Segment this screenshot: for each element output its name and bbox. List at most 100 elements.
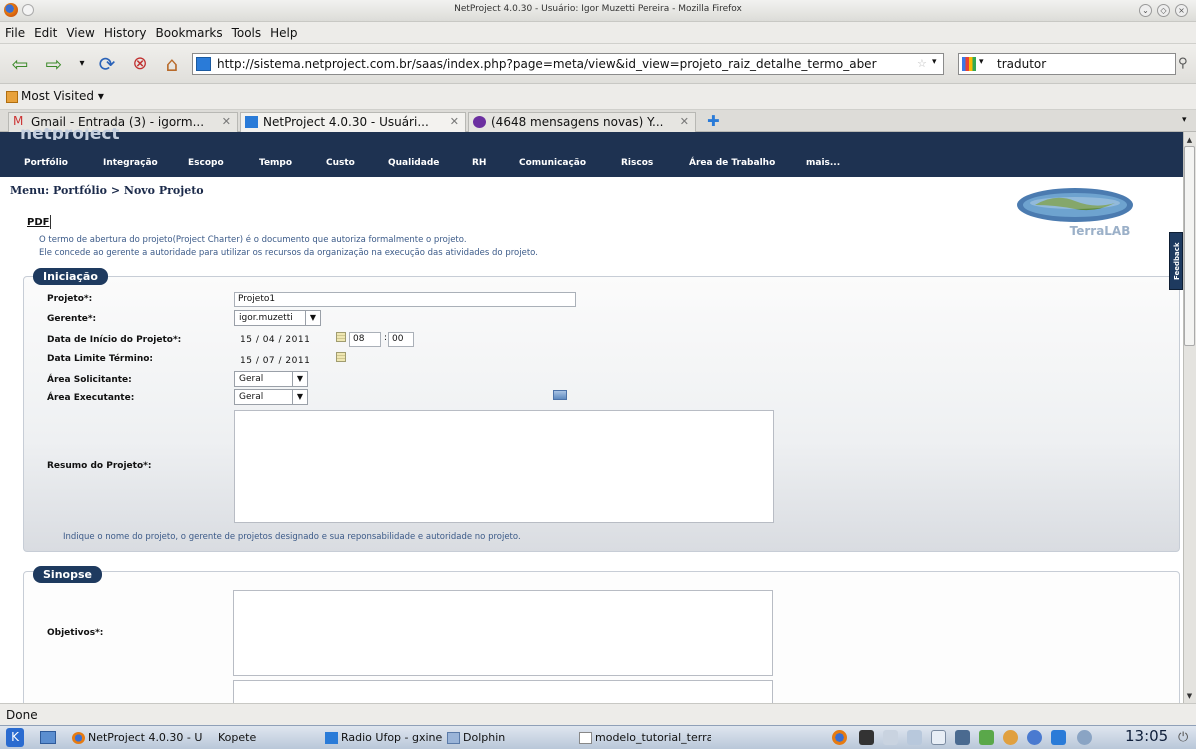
volume-icon[interactable]: [883, 730, 898, 745]
task-radio-ufop[interactable]: Radio Ufop - gxine: [323, 728, 443, 748]
task-modelo-tutorial[interactable]: modelo_tutorial_terra: [577, 728, 711, 748]
search-magnifier-icon[interactable]: ⚲: [1178, 56, 1188, 71]
tab-close-icon[interactable]: ✕: [450, 113, 459, 131]
navigation-toolbar: ⇦ ⇨ ▾ ⟳ ⊗ ⌂ http://sistema.netproject.co…: [0, 44, 1196, 84]
data-limite-input[interactable]: 15 / 07 / 2011: [240, 356, 310, 366]
kde-menu-icon[interactable]: K: [6, 728, 24, 747]
nav-rh[interactable]: RH: [472, 158, 486, 168]
taskbar: K NetProject 4.0.30 - U Kopete Radio Ufo…: [0, 725, 1196, 749]
home-icon[interactable]: ⌂: [160, 52, 184, 76]
data-inicio-input[interactable]: 15 / 04 / 2011: [240, 335, 310, 345]
area-solicitante-select[interactable]: Geral ▼: [234, 371, 308, 387]
clock: 13:05: [1125, 727, 1169, 745]
tab-list-icon[interactable]: ▾: [1182, 115, 1187, 125]
status-text: Done: [6, 708, 38, 722]
chevron-down-icon: ▼: [292, 390, 307, 404]
forward-icon[interactable]: ⇨: [42, 52, 66, 76]
scroll-up-icon[interactable]: ▲: [1184, 134, 1195, 146]
google-search-engine-icon[interactable]: [962, 57, 976, 71]
nav-qualidade[interactable]: Qualidade: [388, 158, 439, 168]
gerente-label: Gerente*:: [47, 314, 97, 324]
menu-bookmarks[interactable]: Bookmarks: [156, 26, 223, 40]
stop-icon[interactable]: ⊗: [128, 52, 152, 76]
area-executante-label: Área Executante:: [47, 393, 135, 403]
window-title: NetProject 4.0.30 - Usuário: Igor Muzett…: [454, 4, 742, 14]
back-icon[interactable]: ⇦: [8, 52, 32, 76]
gerente-select[interactable]: igor.muzetti ▼: [234, 310, 321, 326]
next-textarea[interactable]: [233, 680, 773, 703]
search-engine-dropdown-icon[interactable]: ▾: [979, 57, 984, 67]
nav-mais[interactable]: mais...: [806, 158, 840, 168]
signal-icon[interactable]: [979, 730, 994, 745]
bookmark-star-icon[interactable]: ☆: [917, 57, 927, 70]
hora-input[interactable]: 08: [349, 332, 381, 347]
firefox-tray-icon[interactable]: [832, 730, 847, 745]
minimize-icon[interactable]: ⌄: [1139, 4, 1152, 17]
update-icon[interactable]: [1003, 730, 1018, 745]
objetivos-label: Objetivos*:: [47, 628, 104, 638]
task-kopete[interactable]: Kopete: [200, 728, 320, 748]
calendar-icon[interactable]: [336, 332, 346, 342]
projeto-label: Projeto*:: [47, 294, 93, 304]
description-line-2: Ele concede ao gerente a autoridade para…: [39, 248, 538, 258]
nav-custo[interactable]: Custo: [326, 158, 355, 168]
tab-close-icon[interactable]: ✕: [222, 113, 231, 131]
netproject-tray-icon[interactable]: [1051, 730, 1066, 745]
menu-edit[interactable]: Edit: [34, 26, 57, 40]
search-input[interactable]: tradutor: [958, 53, 1176, 75]
kopete-tray-icon[interactable]: [1027, 730, 1042, 745]
nav-comunicacao[interactable]: Comunicação: [519, 158, 586, 168]
projeto-input[interactable]: Projeto1: [234, 292, 576, 307]
nav-riscos[interactable]: Riscos: [621, 158, 653, 168]
pdf-separator: [50, 215, 51, 229]
document-icon: [579, 732, 592, 744]
editor-toggle-icon[interactable]: [553, 390, 567, 400]
netproject-logo: netproject: [20, 128, 120, 140]
terralab-logo-text: TerraLAB: [1070, 224, 1131, 238]
url-bar[interactable]: http://sistema.netproject.com.br/saas/in…: [192, 53, 944, 75]
data-limite-label: Data Limite Término:: [47, 354, 154, 364]
menu-tools[interactable]: Tools: [232, 26, 262, 40]
calendar-icon[interactable]: [336, 352, 346, 362]
scrollbar-thumb[interactable]: [1184, 146, 1195, 346]
menu-file[interactable]: File: [5, 26, 25, 40]
info-icon[interactable]: [1077, 730, 1092, 745]
scroll-down-icon[interactable]: ▼: [1184, 690, 1195, 702]
nav-tempo[interactable]: Tempo: [259, 158, 292, 168]
most-visited-bookmark[interactable]: Most Visited ▾: [6, 89, 104, 103]
nav-area-de-trabalho[interactable]: Área de Trabalho: [689, 158, 775, 168]
menu-help[interactable]: Help: [270, 26, 297, 40]
objetivos-textarea[interactable]: [233, 590, 773, 676]
new-tab-icon[interactable]: ✚: [707, 112, 720, 130]
task-dolphin[interactable]: Dolphin: [445, 728, 575, 748]
resumo-textarea[interactable]: [234, 410, 774, 523]
tab-yahoo-mail[interactable]: (4648 mensagens novas) Y... ✕: [468, 112, 696, 132]
terralab-logo: TerraLAB: [1005, 183, 1145, 239]
minuto-input[interactable]: 00: [388, 332, 414, 347]
url-dropdown-icon[interactable]: ▾: [932, 57, 937, 67]
tab-netproject[interactable]: NetProject 4.0.30 - Usuári... ✕: [240, 112, 466, 132]
area-executante-select[interactable]: Geral ▼: [234, 389, 308, 405]
network-icon[interactable]: [955, 730, 970, 745]
reload-icon[interactable]: ⟳: [95, 52, 119, 76]
clipboard-icon[interactable]: [931, 730, 946, 745]
tab-close-icon[interactable]: ✕: [680, 113, 689, 131]
yahoo-icon: [473, 116, 486, 128]
app-header: netproject Portfólio Integração Escopo T…: [0, 128, 1183, 177]
menu-history[interactable]: History: [104, 26, 147, 40]
logout-icon[interactable]: ⏻: [1178, 730, 1188, 745]
menu-view[interactable]: View: [66, 26, 94, 40]
maximize-icon[interactable]: ◇: [1157, 4, 1170, 17]
close-icon[interactable]: ×: [1175, 4, 1188, 17]
terminal-icon[interactable]: [859, 730, 874, 745]
feedback-tab[interactable]: Feedback: [1169, 232, 1183, 290]
show-desktop-icon[interactable]: [40, 731, 56, 744]
nav-integracao[interactable]: Integração: [103, 158, 158, 168]
breadcrumb: Menu: Portfólio > Novo Projeto: [10, 184, 204, 197]
history-dropdown-icon[interactable]: ▾: [70, 52, 94, 76]
pdf-link[interactable]: PDF: [27, 217, 49, 228]
speaker-icon[interactable]: [907, 730, 922, 745]
site-favicon-icon: [196, 57, 211, 71]
nav-escopo[interactable]: Escopo: [188, 158, 224, 168]
nav-portfolio[interactable]: Portfólio: [24, 158, 68, 168]
